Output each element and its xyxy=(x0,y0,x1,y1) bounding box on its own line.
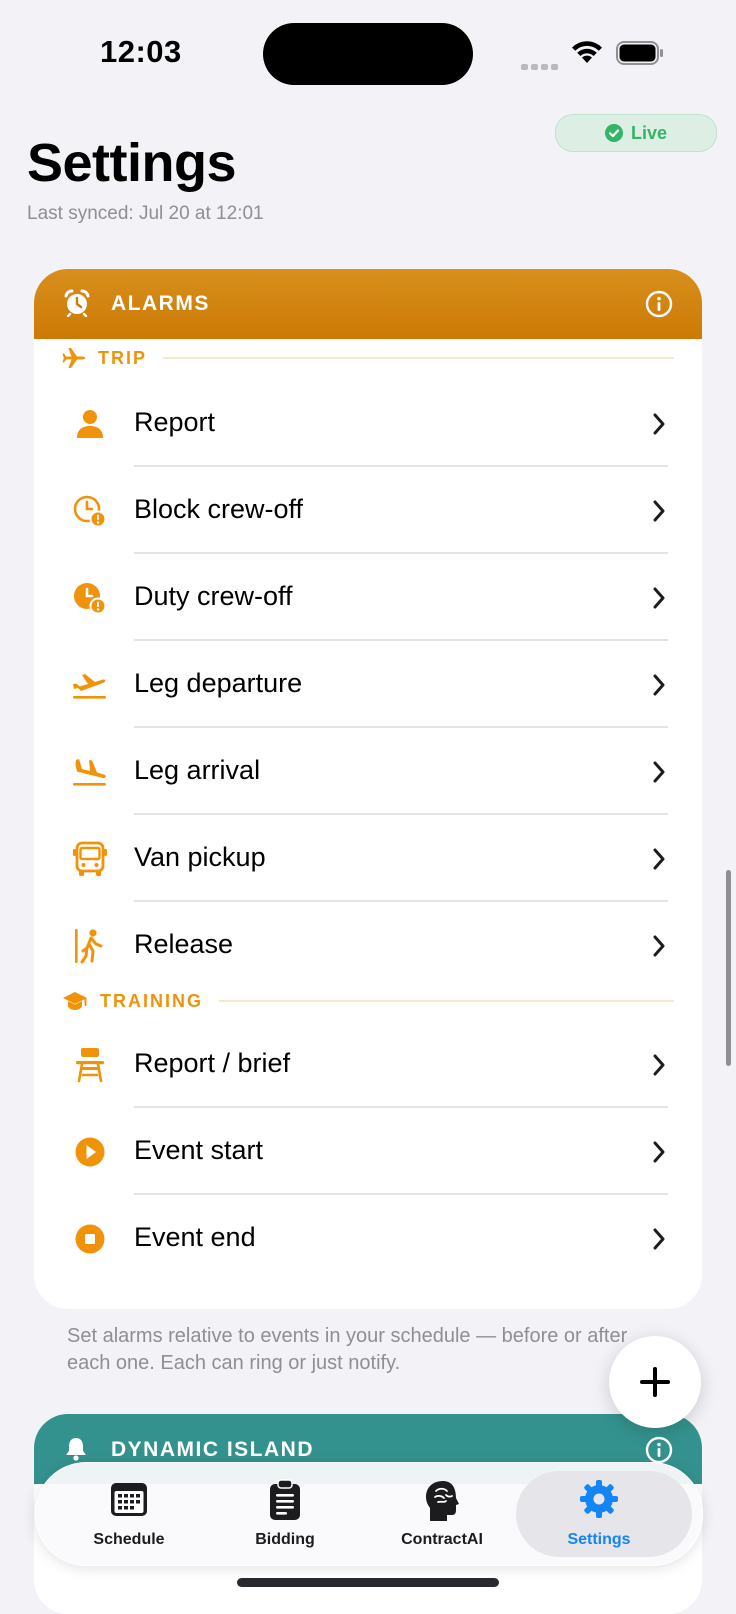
alarm-row-label: Event start xyxy=(134,1135,264,1165)
cellular-signal-icon xyxy=(521,57,561,70)
alarms-footnote: Set alarms relative to events in your sc… xyxy=(67,1325,628,1374)
chevron-right-icon xyxy=(653,1054,665,1076)
section-divider xyxy=(163,357,674,359)
alarm-row-label: Event end xyxy=(134,1222,256,1252)
dynamic-island xyxy=(263,23,473,85)
battery-icon xyxy=(616,41,663,65)
alarms-card-title: ALARMS xyxy=(111,292,210,315)
chevron-right-icon xyxy=(653,500,665,522)
calendar-icon xyxy=(111,1483,147,1516)
tab-label: Settings xyxy=(567,1531,631,1548)
alarm-row-event-start[interactable]: Event start xyxy=(34,1108,702,1195)
bell-icon xyxy=(66,1438,86,1461)
tab-label: Bidding xyxy=(255,1531,315,1548)
clock-alert-filled-icon xyxy=(74,583,107,615)
last-synced-text: Last synced: Jul 20 at 12:01 xyxy=(27,203,264,224)
airplane-arrival-icon xyxy=(73,759,106,786)
tab-label: Schedule xyxy=(93,1531,165,1548)
alarm-row-block-crew-off[interactable]: Block crew-off xyxy=(34,467,702,554)
clock-alert-outline-icon xyxy=(73,495,107,528)
info-icon[interactable] xyxy=(645,290,673,318)
play-circle-icon xyxy=(75,1137,105,1167)
alarm-row-label: Duty crew-off xyxy=(134,581,293,611)
person-walking-exit-icon xyxy=(75,929,103,964)
checkmark-circle-icon xyxy=(604,124,623,142)
stop-circle-icon xyxy=(75,1224,105,1254)
alarm-row-label: Leg arrival xyxy=(134,755,261,785)
alarms-card: ALARMS TRIP Report Block crew-off Duty c… xyxy=(34,269,702,1309)
alarm-row-release[interactable]: Release xyxy=(34,902,702,989)
alarm-row-label: Block crew-off xyxy=(134,494,304,524)
home-indicator[interactable] xyxy=(237,1578,499,1587)
alarm-row-label: Report / brief xyxy=(134,1048,291,1078)
chevron-right-icon xyxy=(653,1141,665,1163)
desk-chair-icon xyxy=(76,1048,104,1083)
tab-label: ContractAI xyxy=(401,1531,483,1548)
alarms-card-header: ALARMS xyxy=(34,269,702,339)
plus-icon xyxy=(640,1367,670,1397)
graduation-cap-icon xyxy=(63,992,87,1010)
live-badge-label: Live xyxy=(630,122,668,143)
tab-settings[interactable]: Settings xyxy=(516,1463,692,1565)
alarm-row-report-brief[interactable]: Report / brief xyxy=(34,1021,702,1108)
alarm-row-leg-arrival[interactable]: Leg arrival xyxy=(34,728,702,815)
chevron-right-icon xyxy=(653,587,665,609)
section-label-trip: TRIP xyxy=(98,347,148,368)
chevron-right-icon xyxy=(653,848,665,870)
live-status-badge[interactable]: Live xyxy=(555,114,717,152)
chevron-right-icon xyxy=(653,761,665,783)
status-time: 12:03 xyxy=(100,34,182,69)
dynamic-island-card-title: DYNAMIC ISLAND xyxy=(111,1438,314,1461)
alarm-row-label: Report xyxy=(134,407,216,437)
alarm-row-label: Release xyxy=(134,929,234,959)
tab-bidding[interactable]: Bidding xyxy=(210,1463,360,1565)
airplane-icon xyxy=(62,348,85,368)
wifi-icon xyxy=(572,41,602,63)
alarm-row-label: Van pickup xyxy=(134,842,266,872)
alarm-row-duty-crew-off[interactable]: Duty crew-off xyxy=(34,554,702,641)
alarm-row-label: Leg departure xyxy=(134,668,303,698)
page-title: Settings xyxy=(27,133,237,193)
bus-icon xyxy=(73,841,107,876)
section-header-trip: TRIP xyxy=(62,343,674,373)
gear-icon xyxy=(580,1480,618,1518)
section-divider xyxy=(219,1000,674,1002)
scroll-indicator[interactable] xyxy=(726,870,731,1066)
add-alarm-button[interactable] xyxy=(609,1336,701,1428)
tab-bar: Schedule Bidding ContractAI Settings xyxy=(35,1462,703,1566)
chevron-right-icon xyxy=(653,674,665,696)
section-header-training: TRAINING xyxy=(62,986,674,1016)
alarm-row-van-pickup[interactable]: Van pickup xyxy=(34,815,702,902)
airplane-departure-icon xyxy=(73,674,106,699)
person-icon xyxy=(77,410,103,438)
section-label-training: TRAINING xyxy=(100,990,203,1011)
alarm-row-event-end[interactable]: Event end xyxy=(34,1195,702,1282)
tab-schedule[interactable]: Schedule xyxy=(54,1463,204,1565)
status-bar: 12:03 xyxy=(0,0,736,100)
tab-contractai[interactable]: ContractAI xyxy=(367,1463,517,1565)
alarm-clock-icon xyxy=(64,289,90,317)
chevron-right-icon xyxy=(653,1228,665,1250)
alarm-row-leg-departure[interactable]: Leg departure xyxy=(34,641,702,728)
info-icon[interactable] xyxy=(645,1436,673,1464)
clipboard-icon xyxy=(270,1479,300,1520)
chevron-right-icon xyxy=(653,413,665,435)
brain-head-icon xyxy=(426,1481,459,1521)
chevron-right-icon xyxy=(653,935,665,957)
alarm-row-report[interactable]: Report xyxy=(34,380,702,467)
